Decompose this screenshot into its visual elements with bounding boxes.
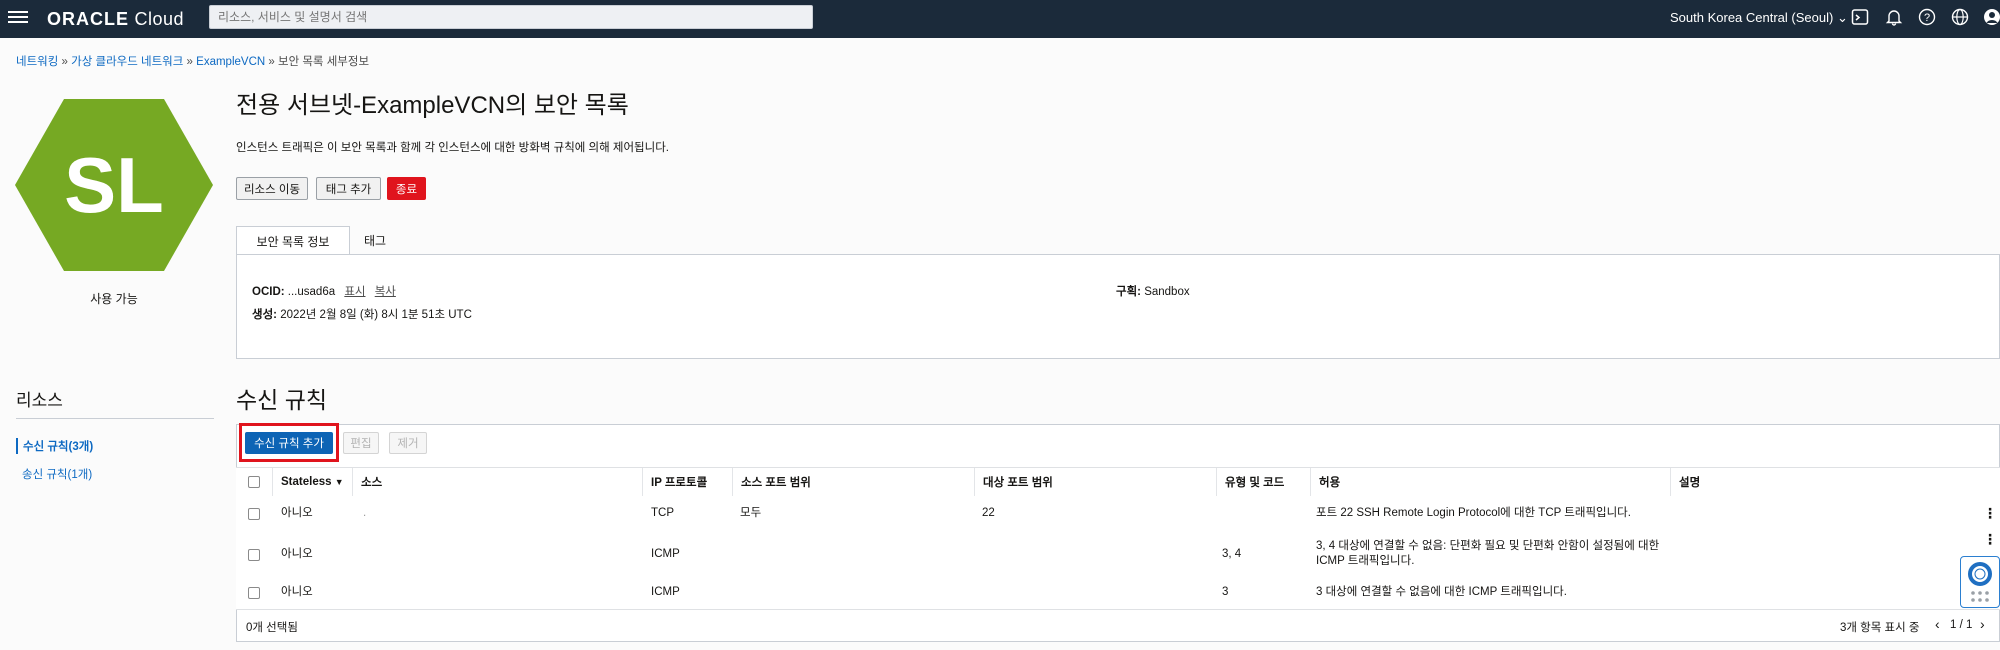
resources-heading: 리소스 bbox=[16, 391, 63, 410]
column-type-and-code: 유형 및 코드 bbox=[1216, 468, 1310, 496]
selected-count: 0개 선택됨 bbox=[246, 622, 298, 634]
remove-button[interactable]: 제거 bbox=[389, 432, 427, 454]
terminate-button[interactable]: 종료 bbox=[387, 177, 426, 200]
cell-protocol: TCP bbox=[651, 507, 674, 519]
tab-tags[interactable]: 태그 bbox=[350, 226, 400, 255]
compartment-field: 구획: Sandbox bbox=[1116, 286, 1190, 298]
cell-stateless: 아니오 bbox=[281, 586, 313, 598]
add-tags-button[interactable]: 태그 추가 bbox=[316, 177, 381, 200]
security-list-info-panel: OCID: ...usad6a 표시 복사 생성: 2022년 2월 8일 (화… bbox=[236, 254, 2000, 359]
region-selector[interactable]: South Korea Central (Seoul) ⌄ bbox=[1670, 10, 1848, 26]
move-resource-button[interactable]: 리소스 이동 bbox=[236, 177, 308, 200]
breadcrumb-current: 보안 목록 세부정보 bbox=[278, 56, 370, 68]
oracle-cloud-logo[interactable]: ORACLE Cloud bbox=[47, 9, 184, 30]
resource-hexagon-icon: SL bbox=[15, 99, 213, 271]
table-row: 아니오 ICMP 3, 4 3, 4 대상에 연결할 수 없음: 단편화 필요 … bbox=[236, 532, 2000, 578]
table-row: 아니오 ICMP 3 3 대상에 연결할 수 없음에 대한 ICMP 트래픽입니… bbox=[236, 577, 2000, 610]
column-source: 소스 bbox=[352, 468, 638, 496]
cell-source-port: 모두 bbox=[740, 507, 762, 519]
cell-allows: 3, 4 대상에 연결할 수 없음: 단편화 필요 및 단편화 안함이 설정됨에… bbox=[1316, 540, 1660, 567]
bell-icon[interactable] bbox=[1884, 8, 1904, 28]
help-icon[interactable]: ? bbox=[1917, 8, 1937, 28]
cloud-shell-icon[interactable] bbox=[1850, 8, 1870, 28]
sidebar-item-ingress-rules[interactable]: 수신 규칙(3개) bbox=[16, 438, 93, 454]
cell-stateless: 아니오 bbox=[281, 548, 313, 560]
highlight-box bbox=[239, 423, 339, 462]
breadcrumb-networking[interactable]: 네트워킹 bbox=[16, 56, 58, 68]
breadcrumb-vcn-list[interactable]: 가상 클라우드 네트워크 bbox=[71, 56, 183, 68]
sidebar-item-egress-rules[interactable]: 송신 규칙(1개) bbox=[16, 466, 92, 482]
row-actions-kebab-icon[interactable]: ⋮ bbox=[1983, 532, 1997, 546]
ocid-field: OCID: ...usad6a 표시 복사 bbox=[252, 286, 396, 298]
column-stateless[interactable]: Stateless ▼ bbox=[272, 468, 352, 496]
resources-divider bbox=[16, 418, 214, 419]
ingress-rules-heading: 수신 규칙 bbox=[236, 387, 328, 413]
table-row: 아니오 . TCP 모두 22 포트 22 SSH Remote Login P… bbox=[236, 496, 2000, 533]
column-description: 설명 bbox=[1670, 468, 2000, 496]
row-checkbox[interactable] bbox=[248, 587, 260, 599]
cell-protocol: ICMP bbox=[651, 586, 680, 598]
help-lifebuoy-button[interactable] bbox=[1960, 556, 2000, 608]
column-allows: 허용 bbox=[1310, 468, 1670, 496]
page-indicator: 1 / 1 bbox=[1950, 619, 1973, 631]
items-showing-text: 3개 항목 표시 중 bbox=[1840, 622, 1920, 634]
cell-stateless: 아니오 bbox=[281, 507, 313, 519]
breadcrumb: 네트워킹 » 가상 클라우드 네트워크 » ExampleVCN » 보안 목록… bbox=[16, 56, 370, 68]
show-ocid-link[interactable]: 표시 bbox=[344, 286, 365, 298]
created-field: 생성: 2022년 2월 8일 (화) 8시 1분 51초 UTC bbox=[252, 309, 472, 321]
top-navigation-bar: ORACLE Cloud South Korea Central (Seoul)… bbox=[0, 0, 2000, 38]
page-description: 인스턴스 트래픽은 이 보안 목록과 함께 각 인스턴스에 대한 방화벽 규칙에… bbox=[236, 142, 669, 154]
copy-ocid-link[interactable]: 복사 bbox=[375, 286, 396, 298]
cell-protocol: ICMP bbox=[651, 548, 680, 560]
cell-type-code: 3 bbox=[1222, 586, 1229, 598]
resource-status: 사용 가능 bbox=[90, 292, 138, 306]
breadcrumb-examplevcn[interactable]: ExampleVCN bbox=[196, 56, 265, 68]
select-all-checkbox[interactable] bbox=[248, 476, 260, 488]
next-page-icon[interactable]: › bbox=[1980, 616, 1985, 632]
row-actions-kebab-icon[interactable]: ⋮ bbox=[1983, 506, 1997, 520]
search-input[interactable] bbox=[209, 5, 813, 29]
column-destination-port-range: 대상 포트 범위 bbox=[974, 468, 1216, 496]
tab-security-list-info[interactable]: 보안 목록 정보 bbox=[236, 226, 350, 255]
cell-allows: 포트 22 SSH Remote Login Protocol에 대한 TCP … bbox=[1316, 507, 1631, 519]
previous-page-icon[interactable]: ‹ bbox=[1935, 616, 1940, 632]
cell-destination-port: 22 bbox=[982, 507, 995, 519]
row-checkbox[interactable] bbox=[248, 549, 260, 561]
chevron-down-icon: ⌄ bbox=[1836, 10, 1848, 25]
sort-down-icon: ▼ bbox=[334, 477, 344, 487]
cell-type-code: 3, 4 bbox=[1222, 548, 1242, 560]
column-source-port-range: 소스 포트 범위 bbox=[732, 468, 974, 496]
edit-button[interactable]: 편집 bbox=[343, 432, 379, 454]
svg-text:?: ? bbox=[1924, 12, 1930, 24]
column-ip-protocol: IP 프로토콜 bbox=[642, 468, 732, 496]
globe-icon[interactable] bbox=[1950, 8, 1970, 28]
table-header: Stateless ▼ 소스 IP 프로토콜 소스 포트 범위 대상 포트 범위… bbox=[236, 467, 2000, 497]
cell-source: . bbox=[363, 507, 367, 519]
cell-allows: 3 대상에 연결할 수 없음에 대한 ICMP 트래픽입니다. bbox=[1316, 586, 1567, 598]
row-checkbox[interactable] bbox=[248, 508, 260, 520]
page-title: 전용 서브넷-ExampleVCN의 보안 목록 bbox=[236, 92, 629, 119]
menu-icon[interactable] bbox=[8, 8, 28, 28]
user-icon[interactable] bbox=[1982, 8, 2000, 28]
